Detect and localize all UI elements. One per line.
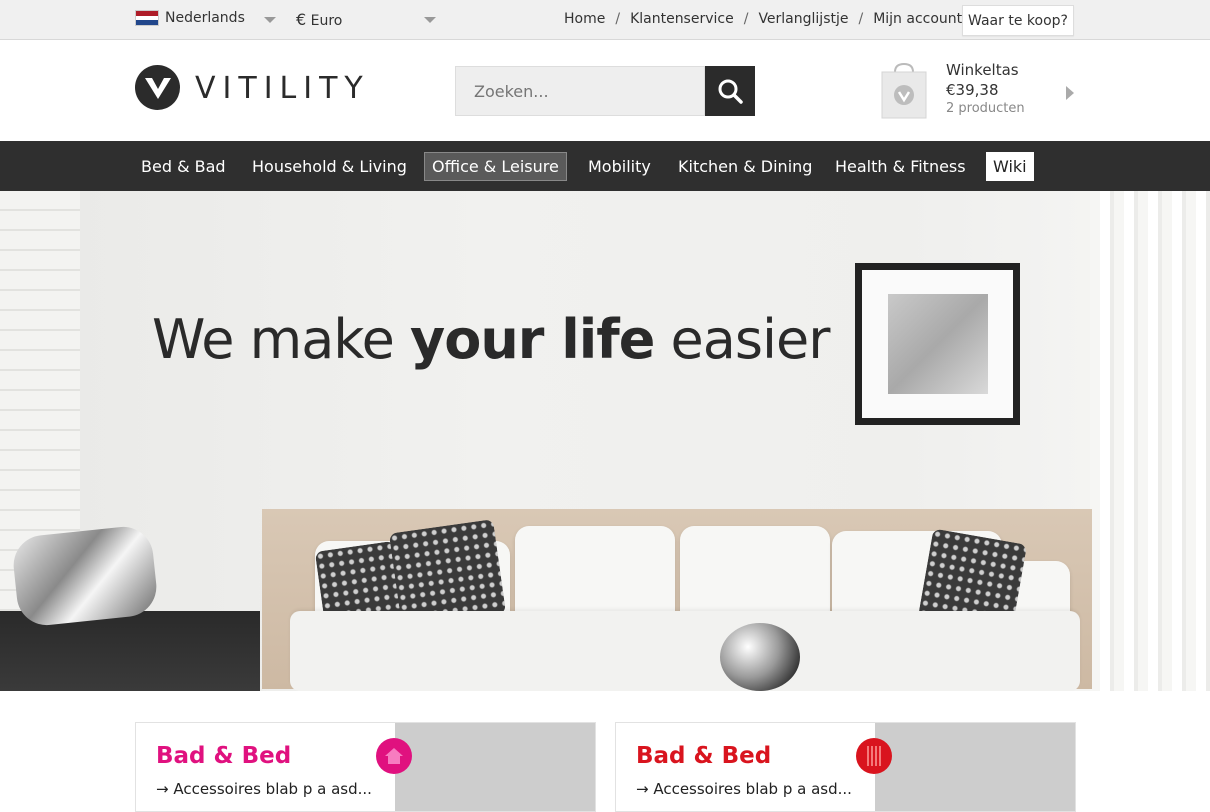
category-card[interactable]: Bad & Bed → Accessoires blab p a asd... — [135, 722, 596, 812]
silver-pillow — [10, 523, 160, 629]
nav-item-household-living[interactable]: Household & Living — [245, 152, 414, 181]
logo-text[interactable]: VITILITY — [195, 71, 370, 106]
currency-symbol: € — [296, 10, 307, 29]
shopping-bag-icon — [881, 62, 927, 119]
category-image — [395, 723, 595, 811]
nav-item-bed-bad[interactable]: Bed & Bad — [134, 152, 233, 181]
language-label: Nederlands — [165, 10, 245, 26]
cart-total: €39,38 — [946, 81, 999, 99]
netherlands-flag-icon — [135, 10, 159, 26]
wall-picture-frame — [855, 263, 1020, 425]
currency-selector[interactable]: € Euro — [296, 10, 342, 29]
logo-icon[interactable] — [135, 65, 180, 110]
nav-item-health-fitness[interactable]: Health & Fitness — [828, 152, 973, 181]
chevron-right-icon[interactable] — [1066, 86, 1074, 100]
category-link[interactable]: → Accessoires blab p a asd... — [636, 780, 852, 798]
search-bar — [455, 66, 755, 116]
link-separator: / — [615, 11, 621, 27]
headline-bold: your life — [410, 308, 655, 371]
category-title[interactable]: Bad & Bed — [636, 743, 771, 769]
currency-label: Euro — [310, 13, 343, 29]
language-selector[interactable]: Nederlands — [135, 10, 245, 26]
language-dropdown-icon[interactable] — [264, 17, 276, 23]
top-bar: Nederlands € Euro Home / Klantenservice … — [0, 0, 1210, 40]
cart-widget[interactable]: Winkeltas €39,38 2 producten — [878, 58, 1078, 128]
sofa-seat — [290, 611, 1080, 691]
link-mijn-account[interactable]: Mijn account — [873, 11, 962, 27]
search-input[interactable] — [455, 66, 705, 116]
hero-headline: We make your life easier — [152, 308, 831, 371]
main-nav: Bed & Bad Household & Living Office & Le… — [0, 141, 1210, 191]
category-image — [875, 723, 1075, 811]
cart-count: 2 producten — [946, 101, 1025, 116]
silver-vase — [720, 623, 800, 691]
category-link[interactable]: → Accessoires blab p a asd... — [156, 780, 372, 798]
top-links: Home / Klantenservice / Verlanglijstje /… — [564, 11, 962, 27]
search-button[interactable] — [705, 66, 755, 116]
link-verlanglijstje[interactable]: Verlanglijstje — [758, 11, 848, 27]
hero-banner[interactable]: We make your life easier — [0, 191, 1210, 691]
currency-dropdown-icon[interactable] — [424, 17, 436, 23]
cart-title: Winkeltas — [946, 61, 1019, 79]
nav-item-kitchen-dining[interactable]: Kitchen & Dining — [671, 152, 819, 181]
nav-item-wiki[interactable]: Wiki — [986, 152, 1034, 181]
cutlery-icon — [856, 738, 892, 774]
category-card[interactable]: Bad & Bed → Accessoires blab p a asd... — [615, 722, 1076, 812]
link-separator: / — [743, 11, 749, 27]
nav-item-office-leisure[interactable]: Office & Leisure — [424, 152, 567, 181]
search-icon — [718, 79, 743, 104]
headline-part2: easier — [654, 308, 831, 371]
curtain — [1090, 191, 1210, 691]
headline-part1: We make — [152, 308, 411, 371]
category-title[interactable]: Bad & Bed — [156, 743, 291, 769]
store-locator-button[interactable]: Waar te koop? — [962, 5, 1074, 36]
nav-item-mobility[interactable]: Mobility — [581, 152, 658, 181]
link-separator: / — [858, 11, 864, 27]
link-klantenservice[interactable]: Klantenservice — [630, 11, 734, 27]
home-icon — [376, 738, 412, 774]
category-cards: Bad & Bed → Accessoires blab p a asd... … — [0, 691, 1210, 812]
link-home[interactable]: Home — [564, 11, 605, 27]
